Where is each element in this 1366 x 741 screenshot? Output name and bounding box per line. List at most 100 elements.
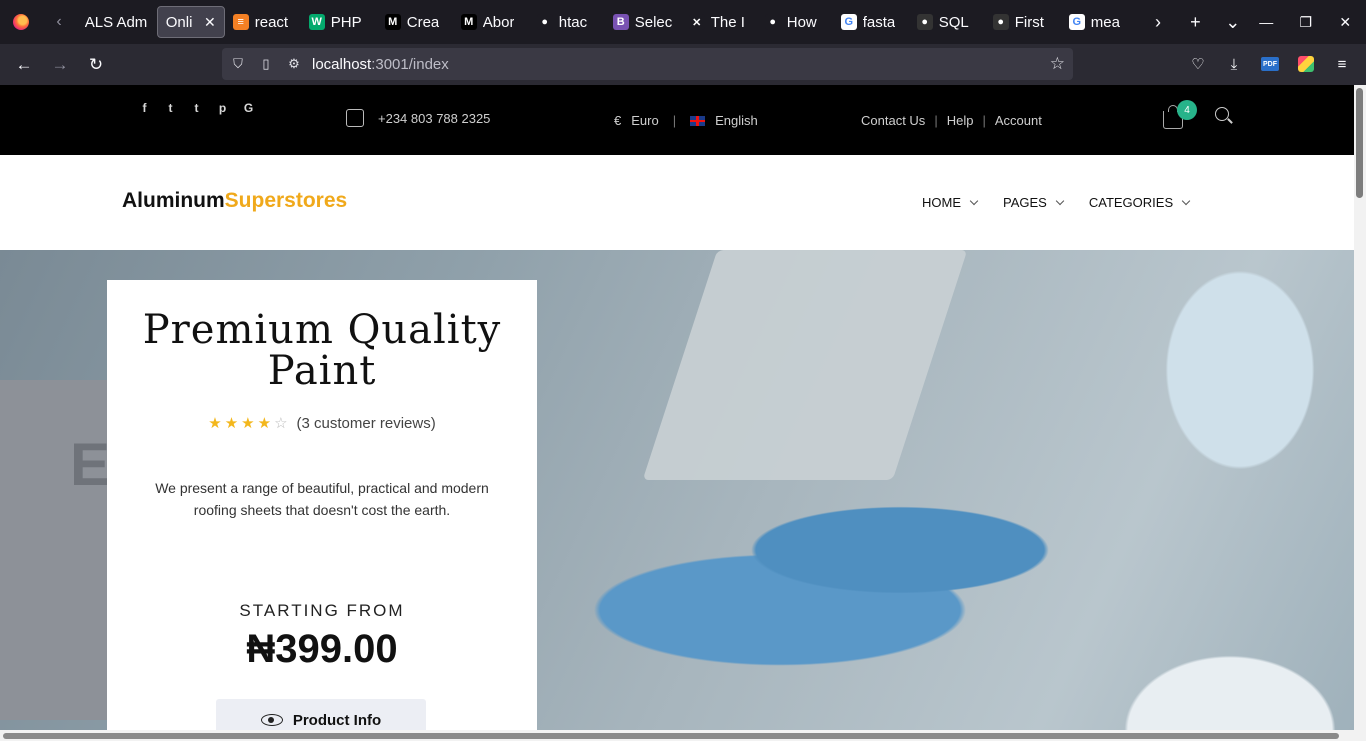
shield-icon[interactable]: ⛉: [224, 56, 252, 72]
tab-scroll-right-icon[interactable]: ›: [1139, 0, 1176, 44]
tab-title: react: [254, 13, 289, 31]
browser-tab[interactable]: ✕ The I: [681, 6, 757, 38]
google-icon: G: [1068, 14, 1085, 30]
product-rating: ★ ★ ★ ★ ☆ (3 customer reviews): [107, 414, 537, 433]
browser-tab[interactable]: ● First: [985, 6, 1061, 38]
divider: |: [672, 113, 677, 128]
tab-title: Abor: [482, 13, 515, 31]
hero-background-box: EF: [0, 380, 147, 720]
pdf-extension-icon[interactable]: PDF: [1252, 48, 1288, 80]
review-count[interactable]: (3 customer reviews): [297, 415, 436, 432]
help-link[interactable]: Help: [947, 113, 974, 128]
pocket-icon[interactable]: ♡: [1180, 48, 1216, 80]
browser-tab[interactable]: ALS Adm: [77, 6, 157, 38]
google-icon: G: [840, 14, 857, 30]
chevron-down-icon: [1181, 196, 1191, 205]
product-info-button[interactable]: Product Info: [216, 699, 426, 730]
hero-title: Premium Quality Paint: [142, 307, 502, 394]
list-all-tabs-icon[interactable]: ⌄: [1214, 0, 1251, 44]
close-window-icon[interactable]: ✕: [1331, 0, 1361, 44]
w3schools-icon: W: [308, 14, 325, 30]
dark-circle-icon: ●: [916, 14, 933, 30]
google-icon[interactable]: G: [242, 101, 255, 115]
page-icon: ▯: [262, 56, 270, 71]
url-text[interactable]: localhost:3001/index: [312, 56, 449, 73]
contact-us-link[interactable]: Contact Us: [861, 113, 925, 128]
rating-stars: ★ ★ ★ ★ ☆: [208, 414, 290, 432]
browser-tab[interactable]: M Abor: [453, 6, 529, 38]
downloads-icon[interactable]: ⤓: [1216, 48, 1252, 80]
divider: |: [934, 113, 938, 128]
tab-title: Online: [165, 13, 192, 31]
star-filled-icon: ★: [241, 415, 255, 432]
site-header: AluminumSuperstores HOME PAGES CATEGORIE…: [0, 155, 1354, 250]
language-selector[interactable]: English: [715, 113, 758, 128]
hero-background-laptop: [642, 250, 968, 480]
tab-title: How: [786, 13, 817, 31]
account-link[interactable]: Account: [995, 113, 1042, 128]
eye-icon: [260, 714, 283, 726]
scrollbar-thumb[interactable]: [3, 733, 1339, 739]
browser-tab[interactable]: W PHP: [301, 6, 377, 38]
stackoverflow-icon: ≡: [232, 14, 249, 30]
horizontal-scrollbar[interactable]: [0, 730, 1354, 741]
forward-icon[interactable]: →: [42, 49, 78, 81]
browser-tab[interactable]: Gmea: [1061, 6, 1137, 38]
facebook-icon[interactable]: f: [138, 101, 151, 115]
browser-tab[interactable]: ● How: [757, 6, 833, 38]
menu-item-categories[interactable]: CATEGORIES: [1089, 195, 1191, 210]
divider: |: [982, 113, 986, 128]
browser-tab[interactable]: ● SQL: [909, 6, 985, 38]
tab-title: fasta: [862, 13, 896, 31]
menu-item-pages[interactable]: PAGES: [1003, 195, 1065, 210]
tab-title: mea: [1090, 13, 1120, 31]
uk-flag-icon: [690, 115, 706, 126]
menu-item-home[interactable]: HOME: [922, 195, 979, 210]
site-logo[interactable]: AluminumSuperstores: [122, 189, 347, 213]
browser-tab[interactable]: Online ✕: [156, 6, 225, 38]
browser-tab[interactable]: ● htac: [529, 6, 605, 38]
menu-icon[interactable]: ≡: [1324, 48, 1360, 80]
browser-tab[interactable]: ≡ react: [225, 6, 301, 38]
search-icon[interactable]: [1215, 107, 1229, 121]
tab-title: SQL: [938, 13, 969, 31]
phone-number[interactable]: +234 803 788 2325: [378, 111, 490, 126]
vertical-scrollbar[interactable]: [1354, 85, 1366, 741]
restore-icon[interactable]: ❐: [1291, 0, 1321, 44]
bootstrap-icon: B: [612, 14, 629, 30]
browser-tab[interactable]: M Crea: [377, 6, 453, 38]
browser-tab[interactable]: Gfasta: [833, 6, 909, 38]
hero-banner: EF Premium Quality Paint ★★★★☆ (3 custom…: [0, 250, 1354, 730]
minimize-icon[interactable]: —: [1251, 0, 1281, 44]
tumblr-icon[interactable]: t: [190, 101, 203, 115]
browser-tab-bar: ‹ ALS Adm Online ✕ ≡ react W PHP M Crea M Abor ● hta…: [0, 0, 1366, 44]
tab-title: Crea: [406, 13, 440, 31]
tab-title: ALS Adm: [84, 13, 148, 31]
extension-icon[interactable]: [1288, 48, 1324, 80]
twitter-icon[interactable]: t: [164, 101, 177, 115]
url-bar[interactable]: ⛉ ▯ ⚙ localhost:3001/index ☆: [222, 48, 1073, 80]
starting-from-label: STARTING FROM: [239, 601, 405, 620]
new-tab-icon[interactable]: +: [1177, 0, 1214, 44]
browser-nav-bar: ← → ↻ ⛉ ▯ ⚙ localhost:3001/index ☆ ♡ ⤓ P…: [0, 44, 1366, 85]
close-tab-icon[interactable]: ✕: [204, 14, 216, 31]
browser-tab[interactable]: B Selec: [605, 6, 681, 38]
scrollbar-thumb[interactable]: [1356, 88, 1363, 198]
star-filled-icon: ★: [208, 415, 222, 432]
site-top-bar: f t t p G +234 803 788 2325 € Euro | Eng…: [0, 85, 1354, 155]
bookmark-star-icon[interactable]: ☆: [1050, 54, 1065, 74]
tab-title: htac: [558, 13, 588, 31]
star-empty-icon: ☆: [274, 415, 288, 432]
chevron-down-icon: [969, 196, 979, 205]
currency-selector[interactable]: Euro: [631, 113, 658, 128]
main-menu: HOME PAGES CATEGORIES: [922, 195, 1215, 210]
back-icon[interactable]: ←: [6, 49, 42, 81]
tab-title: Selec: [634, 13, 673, 31]
reload-icon[interactable]: ↻: [78, 49, 114, 81]
cart-count-badge: 4: [1177, 100, 1197, 120]
medium-icon: M: [460, 14, 477, 30]
tab-scroll-left-icon[interactable]: ‹: [41, 0, 76, 44]
pinterest-icon[interactable]: p: [216, 101, 229, 115]
phone-info: +234 803 788 2325: [346, 109, 490, 127]
permissions-icon[interactable]: ⚙: [280, 56, 308, 72]
